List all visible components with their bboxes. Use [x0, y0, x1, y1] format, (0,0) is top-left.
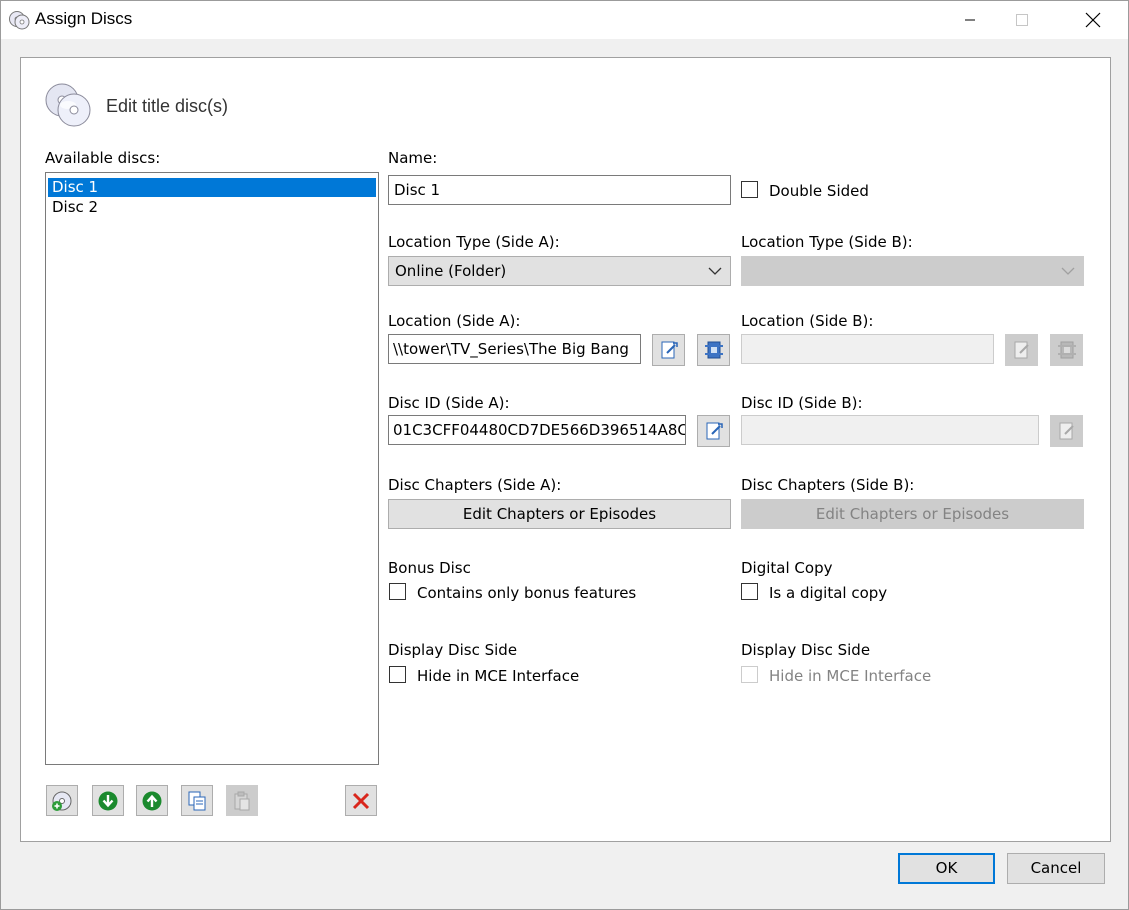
disc-id-a-label: Disc ID (Side A):: [388, 394, 510, 412]
film-strip-icon: [1057, 341, 1076, 359]
delete-button[interactable]: [345, 785, 377, 816]
minimize-button[interactable]: [947, 0, 993, 39]
close-icon: [1085, 12, 1101, 27]
add-disc-button[interactable]: [46, 785, 78, 816]
move-up-button[interactable]: [136, 785, 168, 816]
maximize-button[interactable]: [999, 0, 1045, 39]
move-down-button[interactable]: [92, 785, 124, 816]
digital-copy-label: Is a digital copy: [769, 584, 888, 602]
hide-mce-a-checkbox[interactable]: [389, 666, 406, 683]
close-button[interactable]: [1070, 0, 1116, 39]
list-item[interactable]: Disc 1: [48, 178, 376, 197]
arrow-up-icon: [142, 791, 162, 810]
film-location-a-button[interactable]: [697, 334, 730, 366]
film-location-b-button[interactable]: [1050, 334, 1083, 366]
ok-button[interactable]: OK: [898, 853, 995, 884]
display-side-a-heading: Display Disc Side: [388, 641, 518, 659]
double-sided-checkbox[interactable]: [741, 181, 758, 198]
edit-disc-id-b-button[interactable]: [1050, 415, 1083, 447]
available-discs-label: Available discs:: [45, 149, 161, 167]
location-type-a-value: Online (Folder): [395, 262, 507, 280]
discs-icon: [42, 80, 98, 132]
disc-id-b-label: Disc ID (Side B):: [741, 394, 863, 412]
edit-disc-id-a-button[interactable]: [697, 415, 730, 447]
maximize-icon: [1016, 13, 1028, 26]
browse-location-b-button[interactable]: [1005, 334, 1038, 366]
add-disc-icon: [52, 791, 72, 811]
app-disc-icon: [8, 10, 30, 30]
location-type-b-select[interactable]: [741, 256, 1084, 286]
header-title: Edit title disc(s): [106, 96, 229, 116]
edit-document-icon: [661, 341, 678, 359]
film-strip-icon: [704, 341, 723, 359]
location-b-label: Location (Side B):: [741, 312, 874, 330]
edit-document-icon: [1059, 422, 1074, 440]
display-side-b-heading: Display Disc Side: [741, 641, 871, 659]
browse-location-a-button[interactable]: [652, 334, 685, 366]
hide-mce-a-label: Hide in MCE Interface: [417, 667, 580, 685]
location-type-a-label: Location Type (Side A):: [388, 233, 560, 251]
location-a-input[interactable]: \\tower\TV_Series\The Big Bang: [388, 334, 641, 364]
paste-icon: [234, 791, 250, 810]
location-type-b-label: Location Type (Side B):: [741, 233, 913, 251]
chapters-b-label: Disc Chapters (Side B):: [741, 476, 915, 494]
edit-chapters-b-button[interactable]: Edit Chapters or Episodes: [741, 499, 1084, 529]
hide-mce-b-checkbox[interactable]: [741, 666, 758, 683]
bonus-checkbox-label: Contains only bonus features: [417, 584, 637, 602]
location-type-a-select[interactable]: Online (Folder): [388, 256, 731, 286]
cancel-button[interactable]: Cancel: [1007, 853, 1105, 884]
location-b-input[interactable]: [741, 334, 994, 364]
digital-copy-checkbox[interactable]: [741, 583, 758, 600]
double-sided-label: Double Sided: [769, 182, 869, 200]
hide-mce-b-label: Hide in MCE Interface: [769, 667, 932, 685]
paste-button[interactable]: [226, 785, 258, 816]
chevron-down-icon: [708, 267, 722, 275]
name-input[interactable]: Disc 1: [388, 175, 731, 205]
bonus-checkbox[interactable]: [389, 583, 406, 600]
edit-document-icon: [706, 422, 723, 440]
location-a-label: Location (Side A):: [388, 312, 521, 330]
disc-id-b-input[interactable]: [741, 415, 1039, 445]
delete-x-icon: [352, 792, 370, 809]
edit-document-icon: [1014, 341, 1029, 359]
disc-id-a-input[interactable]: 01C3CFF04480CD7DE566D396514A8C5: [388, 415, 686, 445]
chevron-down-icon: [1061, 267, 1075, 275]
arrow-down-icon: [98, 791, 118, 810]
window-title: Assign Discs: [35, 9, 133, 28]
edit-chapters-a-button[interactable]: Edit Chapters or Episodes: [388, 499, 731, 529]
copy-button[interactable]: [181, 785, 213, 816]
list-item[interactable]: Disc 2: [48, 198, 376, 217]
available-discs-list[interactable]: Disc 1 Disc 2: [45, 172, 379, 765]
digital-heading: Digital Copy: [741, 559, 833, 577]
bonus-heading: Bonus Disc: [388, 559, 471, 577]
copy-icon: [188, 791, 206, 810]
chapters-a-label: Disc Chapters (Side A):: [388, 476, 562, 494]
name-label: Name:: [388, 149, 438, 167]
minimize-icon: [965, 19, 975, 20]
